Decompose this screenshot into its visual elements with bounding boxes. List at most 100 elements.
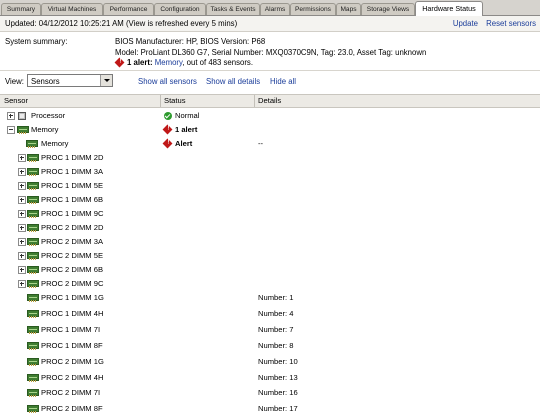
expand-icon[interactable] bbox=[18, 182, 26, 190]
show-all-sensors-link[interactable]: Show all sensors bbox=[138, 77, 197, 86]
alert-summary: 1 alert: Memory, out of 483 sensors. bbox=[114, 57, 253, 68]
hide-all-link[interactable]: Hide all bbox=[270, 77, 296, 86]
memory-module-icon bbox=[27, 224, 39, 232]
sensor-name: PROC 1 DIMM 5E bbox=[41, 181, 104, 190]
show-all-details-link[interactable]: Show all details bbox=[206, 77, 260, 86]
sensor-name: PROC 2 DIMM 6B bbox=[41, 265, 104, 274]
table-row[interactable]: PROC 2 DIMM 1G Number: 10 bbox=[0, 355, 540, 369]
bios-info: BIOS Manufacturer: HP, BIOS Version: P68 bbox=[115, 37, 266, 46]
sensor-name: PROC 2 DIMM 1G bbox=[41, 356, 104, 366]
memory-module-icon bbox=[27, 341, 39, 350]
column-divider[interactable] bbox=[254, 95, 255, 107]
sensor-status-text: Alert bbox=[175, 139, 193, 148]
tab-maps[interactable]: Maps bbox=[336, 3, 361, 15]
sensor-details: -- bbox=[258, 139, 264, 148]
memory-module-icon bbox=[27, 196, 39, 204]
tab-tasks-events[interactable]: Tasks & Events bbox=[206, 3, 260, 15]
tab-virtual-machines[interactable]: Virtual Machines bbox=[41, 3, 103, 15]
collapse-icon[interactable] bbox=[7, 126, 15, 134]
tab-hardware-status[interactable]: Hardware Status bbox=[415, 1, 483, 16]
chevron-down-icon[interactable] bbox=[100, 75, 112, 86]
table-row[interactable]: PROC 1 DIMM 7I Number: 7 bbox=[0, 323, 540, 337]
expand-icon[interactable] bbox=[18, 266, 26, 274]
sensor-status: Alert bbox=[162, 138, 193, 149]
table-row[interactable]: PROC 1 DIMM 8F Number: 8 bbox=[0, 339, 540, 353]
memory-module-icon bbox=[27, 168, 39, 176]
sensor-details: Number: 7 bbox=[258, 324, 294, 334]
table-row[interactable]: PROC 2 DIMM 2D bbox=[0, 221, 540, 235]
alert-count: 1 alert: bbox=[127, 58, 153, 67]
sensor-status: 1 alert bbox=[162, 124, 198, 135]
table-row[interactable]: PROC 1 DIMM 1G Number: 1 bbox=[0, 291, 540, 305]
tab-alarms[interactable]: Alarms bbox=[260, 3, 290, 15]
system-summary-label: System summary: bbox=[5, 37, 68, 46]
alert-memory-link[interactable]: Memory bbox=[155, 58, 183, 67]
header-details[interactable]: Details bbox=[258, 96, 281, 105]
table-row[interactable]: PROC 2 DIMM 5E bbox=[0, 249, 540, 263]
tab-bar: Summary Virtual Machines Performance Con… bbox=[0, 0, 540, 16]
reset-sensors-link[interactable]: Reset sensors bbox=[486, 19, 536, 28]
expand-icon[interactable] bbox=[18, 154, 26, 162]
alert-icon bbox=[162, 138, 173, 149]
table-row[interactable]: PROC 1 DIMM 6B bbox=[0, 193, 540, 207]
table-row[interactable]: PROC 2 DIMM 6B bbox=[0, 263, 540, 277]
table-row[interactable]: PROC 1 DIMM 9C bbox=[0, 207, 540, 221]
table-row[interactable]: PROC 2 DIMM 4H Number: 13 bbox=[0, 371, 540, 385]
table-row[interactable]: PROC 1 DIMM 5E bbox=[0, 179, 540, 193]
sensor-table-header: Sensor Status Details bbox=[0, 94, 540, 108]
memory-module-icon bbox=[27, 280, 39, 288]
expand-icon[interactable] bbox=[18, 196, 26, 204]
table-row[interactable]: Processor Normal bbox=[0, 109, 540, 123]
table-row[interactable]: Memory Alert -- bbox=[0, 137, 540, 151]
table-row[interactable]: PROC 1 DIMM 3A bbox=[0, 165, 540, 179]
table-row[interactable]: Memory 1 alert bbox=[0, 123, 540, 137]
memory-module-icon bbox=[27, 389, 39, 398]
expand-icon[interactable] bbox=[18, 210, 26, 218]
table-row[interactable]: PROC 2 DIMM 8F Number: 17 bbox=[0, 402, 540, 416]
expand-icon[interactable] bbox=[18, 224, 26, 232]
tab-performance[interactable]: Performance bbox=[103, 3, 154, 15]
sensor-name: PROC 2 DIMM 2D bbox=[41, 223, 104, 232]
memory-module-icon bbox=[27, 182, 39, 190]
tab-summary[interactable]: Summary bbox=[1, 3, 41, 15]
memory-module-icon bbox=[17, 126, 29, 134]
expand-icon[interactable] bbox=[7, 112, 15, 120]
sensor-name: Memory bbox=[41, 139, 69, 148]
sensor-details: Number: 8 bbox=[258, 340, 294, 350]
table-row[interactable]: PROC 2 DIMM 7I Number: 16 bbox=[0, 386, 540, 400]
sensor-details: Number: 10 bbox=[258, 356, 298, 366]
tab-permissions[interactable]: Permissions bbox=[290, 3, 336, 15]
sensor-status-text: 1 alert bbox=[175, 125, 198, 134]
expand-icon[interactable] bbox=[18, 252, 26, 260]
update-link[interactable]: Update bbox=[453, 19, 478, 28]
view-select[interactable]: Sensors bbox=[27, 74, 113, 87]
sensor-details: Number: 13 bbox=[258, 372, 298, 382]
column-divider[interactable] bbox=[160, 95, 161, 107]
table-row[interactable]: PROC 2 DIMM 3A bbox=[0, 235, 540, 249]
sensor-name: PROC 1 DIMM 3A bbox=[41, 167, 104, 176]
sensor-name: PROC 1 DIMM 4H bbox=[41, 308, 104, 318]
header-sensor[interactable]: Sensor bbox=[4, 96, 28, 105]
sensor-name: PROC 2 DIMM 5E bbox=[41, 251, 104, 260]
sensor-details: Number: 16 bbox=[258, 388, 298, 398]
table-row[interactable]: PROC 2 DIMM 9C bbox=[0, 277, 540, 291]
memory-module-icon bbox=[27, 325, 39, 334]
sensor-details: Number: 1 bbox=[258, 293, 294, 302]
system-summary: System summary: BIOS Manufacturer: HP, B… bbox=[0, 32, 540, 70]
sensor-name: Memory bbox=[31, 125, 59, 134]
tab-configuration[interactable]: Configuration bbox=[154, 3, 206, 15]
header-status[interactable]: Status bbox=[164, 96, 186, 105]
sensor-name: PROC 1 DIMM 2D bbox=[41, 153, 104, 162]
expand-icon[interactable] bbox=[18, 168, 26, 176]
sensor-name: PROC 1 DIMM 7I bbox=[41, 324, 101, 334]
view-select-value: Sensors bbox=[31, 77, 60, 86]
sensor-name: PROC 1 DIMM 1G bbox=[41, 293, 104, 302]
table-row[interactable]: PROC 1 DIMM 4H Number: 4 bbox=[0, 307, 540, 321]
tab-storage-views[interactable]: Storage Views bbox=[361, 3, 415, 15]
table-row[interactable]: PROC 1 DIMM 2D bbox=[0, 151, 540, 165]
sensor-status: Normal bbox=[163, 111, 199, 121]
expand-icon[interactable] bbox=[18, 238, 26, 246]
expand-icon[interactable] bbox=[18, 280, 26, 288]
sensor-name: PROC 2 DIMM 4H bbox=[41, 372, 104, 382]
sensor-name: PROC 2 DIMM 7I bbox=[41, 388, 101, 398]
